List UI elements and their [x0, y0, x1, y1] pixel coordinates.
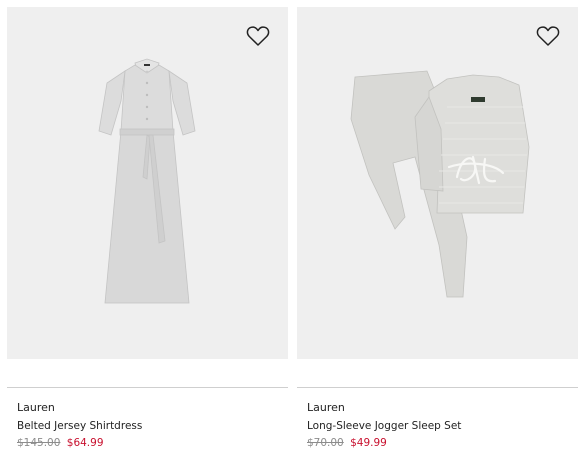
wishlist-button[interactable] — [536, 25, 560, 47]
original-price: $70.00 — [307, 437, 344, 449]
heart-icon — [536, 26, 560, 46]
product-card[interactable]: Lauren Long-Sleeve Jogger Sleep Set $70.… — [297, 7, 578, 451]
product-brand: Lauren — [17, 401, 55, 414]
heart-icon — [246, 26, 270, 46]
product-image-area[interactable] — [297, 7, 578, 359]
sale-price: $49.99 — [350, 437, 387, 449]
original-price: $145.00 — [17, 437, 61, 449]
price-group: $145.00 $64.99 — [17, 435, 288, 451]
product-image-sleep-set[interactable] — [297, 7, 578, 359]
product-card[interactable]: Lauren Belted Jersey Shirtdress $145.00 … — [7, 7, 288, 451]
product-image-area[interactable] — [7, 7, 288, 359]
product-name-link[interactable]: Long-Sleeve Jogger Sleep Set — [307, 418, 578, 434]
wishlist-button[interactable] — [246, 25, 270, 47]
product-grid: Lauren Belted Jersey Shirtdress $145.00 … — [0, 0, 585, 457]
sale-price: $64.99 — [66, 437, 104, 449]
product-info: Lauren Long-Sleeve Jogger Sleep Set $70.… — [297, 388, 578, 451]
product-image-shirtdress[interactable] — [7, 7, 288, 359]
product-name-link[interactable]: Belted Jersey Shirtdress — [17, 418, 288, 434]
product-brand: Lauren — [307, 401, 345, 414]
price-group: $70.00 $49.99 — [307, 435, 578, 451]
product-info: Lauren Belted Jersey Shirtdress $145.00 … — [7, 388, 288, 451]
